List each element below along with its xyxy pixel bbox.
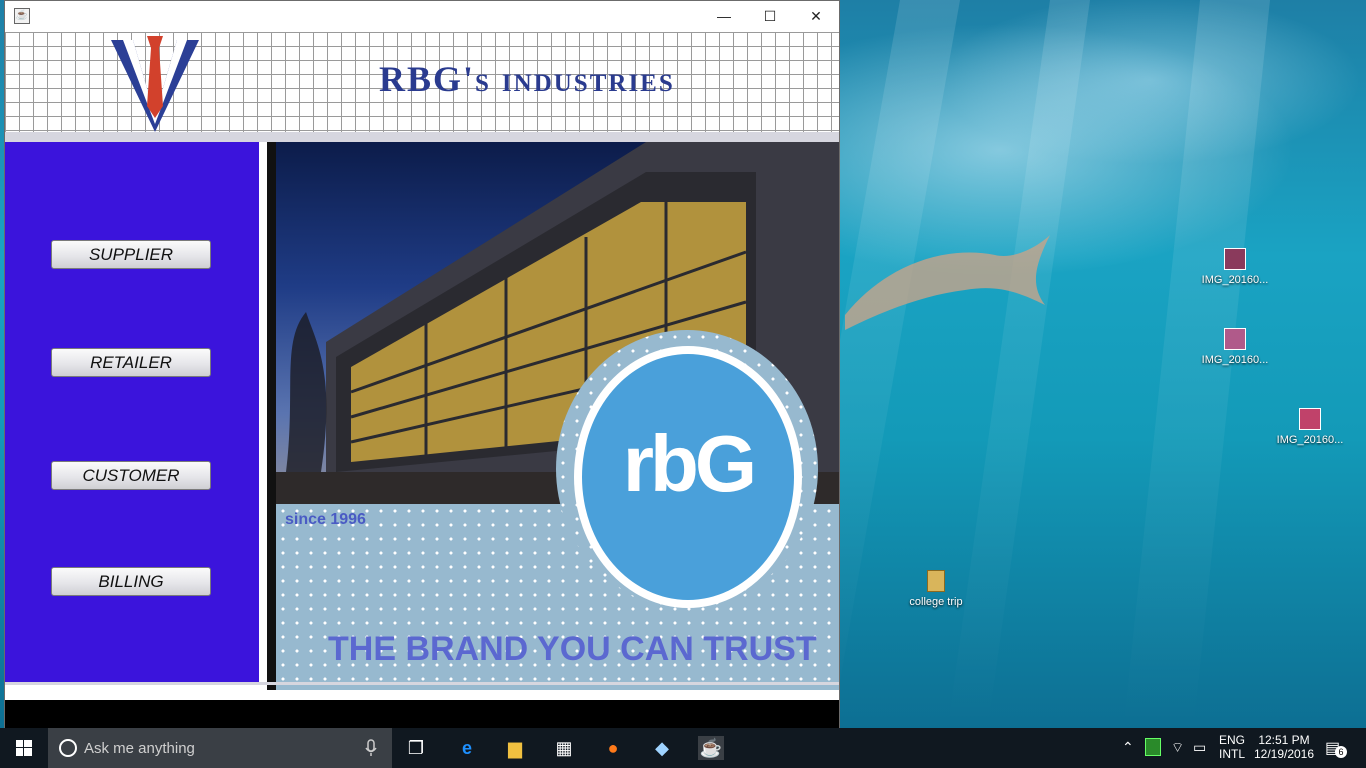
clock[interactable]: 12:51 PM 12/19/2016 [1252,733,1316,761]
start-button[interactable] [0,728,48,768]
task-view-icon[interactable]: ❐ [403,736,429,760]
desktop-icon-label: IMG_20160... [1276,434,1344,446]
light-ray [947,0,1090,728]
notification-count-badge: 6 [1335,746,1347,758]
language-indicator[interactable]: ENG INTL [1219,733,1245,761]
image-thumbnail-icon [1299,408,1321,430]
billing-button[interactable]: BILLING [51,567,211,596]
wifi-icon[interactable]: ⌔ [1171,739,1184,757]
brand-banner-image: since 1996 rbG THE BRAND YOU CAN TRUST [276,142,839,690]
supplier-button[interactable]: SUPPLIER [51,240,211,269]
zip-folder-icon [927,570,945,592]
language-code: ENG [1219,733,1246,747]
app-window: ☕ — ☐ ✕ RBG's industries SUPPLIER RETAIL… [4,0,840,728]
search-placeholder: Ask me anything [84,740,195,757]
search-box[interactable]: Ask me anything [48,728,392,768]
desktop-icon-label: IMG_20160... [1201,274,1269,286]
panel-divider [267,142,276,690]
microphone-icon[interactable] [364,739,378,757]
image-thumbnail-icon [1224,328,1246,350]
panel-divider [259,142,267,690]
suit-tie-logo-icon [111,36,199,132]
clock-time: 12:51 PM [1258,733,1310,747]
since-label: since 1996 [285,511,366,528]
desktop-icon-image-1[interactable]: IMG_20160... [1190,248,1280,286]
store-icon[interactable]: ▦ [551,736,577,760]
desktop-icon-image-2[interactable]: IMG_20160... [1190,328,1280,366]
customer-button[interactable]: CUSTOMER [51,461,211,490]
maximize-button[interactable]: ☐ [747,1,793,31]
header-banner: RBG's industries [5,32,839,132]
windows-logo-icon [16,740,32,756]
action-center-icon[interactable]: ▤ 6 [1325,738,1347,758]
header-separator [5,132,839,142]
cortana-circle-icon [59,739,77,757]
edge-browser-icon[interactable]: e [454,736,480,760]
footer-strip [5,690,839,700]
sidebar-nav: SUPPLIER RETAILER CUSTOMER BILLING [5,142,259,682]
clock-date: 12/19/2016 [1253,747,1315,761]
footer-separator [5,682,839,685]
java-app-icon[interactable]: ☕ [14,8,30,24]
java-app-taskbar-icon[interactable]: ☕ [698,736,724,760]
keyboard-layout: INTL [1219,747,1246,761]
brand-slogan: THE BRAND YOU CAN TRUST [328,630,817,668]
virtualbox-icon[interactable]: ◆ [649,736,675,760]
tray-app-icon[interactable] [1145,738,1161,756]
desktop-icon-college-trip[interactable]: college trip [891,570,981,608]
window-titlebar[interactable]: ☕ — ☐ ✕ [5,1,839,32]
minimize-button[interactable]: — [701,1,747,31]
mermaid-tail-shape [845,235,1050,330]
retailer-button[interactable]: RETAILER [51,348,211,377]
image-thumbnail-icon [1224,248,1246,270]
brand-title: RBG's industries [379,59,675,99]
taskbar: Ask me anything ❐ e ▆ ▦ ● ◆ ☕ ⌃ ⌔ ▭ ENG … [0,728,1366,768]
file-explorer-icon[interactable]: ▆ [502,736,528,760]
desktop-icon-label: IMG_20160... [1201,354,1269,366]
logo-text: rbG [622,419,757,508]
chevron-up-icon[interactable]: ⌃ [1122,739,1134,756]
desktop-icon-image-3[interactable]: IMG_20160... [1265,408,1355,446]
battery-icon[interactable]: ▭ [1193,739,1206,756]
desktop-icon-label: college trip [909,596,963,608]
footer-bar [5,700,839,728]
firefox-icon[interactable]: ● [600,736,626,760]
close-button[interactable]: ✕ [793,1,839,31]
